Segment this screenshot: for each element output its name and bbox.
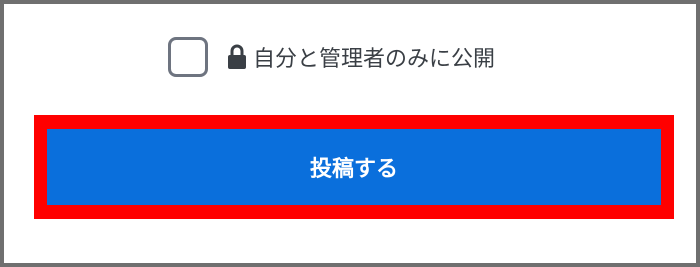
private-visibility-label: 自分と管理者のみに公開	[253, 47, 496, 72]
post-form-frame: 自分と管理者のみに公開 投稿する	[0, 0, 700, 267]
lock-icon	[226, 43, 248, 71]
submit-post-button[interactable]: 投稿する	[47, 129, 661, 205]
privacy-option-row: 自分と管理者のみに公開	[168, 35, 495, 79]
private-visibility-checkbox[interactable]	[168, 37, 208, 77]
